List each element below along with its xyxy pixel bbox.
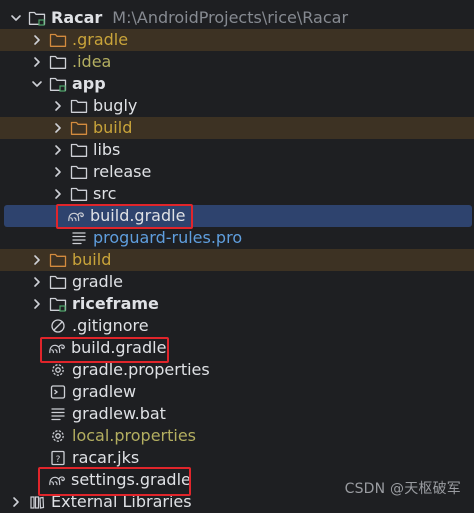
text-file-icon: [49, 405, 67, 423]
tree-row-local-properties[interactable]: local.properties: [0, 425, 474, 447]
tree-label-racar: Racar: [51, 8, 103, 27]
highlight-box-app-build-gradle: [56, 204, 193, 229]
module-folder-icon: [28, 9, 46, 27]
tree-row-gitignore[interactable]: .gitignore: [0, 315, 474, 337]
tree-row-gradle[interactable]: gradle: [0, 271, 474, 293]
folder-icon: [70, 119, 88, 137]
chevron-down-icon[interactable]: [10, 10, 22, 26]
gear-icon: [49, 427, 67, 445]
folder-icon: [70, 141, 88, 159]
tree-row-dot-gradle[interactable]: .gradle: [0, 29, 474, 51]
chevron-right-icon[interactable]: [31, 252, 43, 268]
text-file-icon: [70, 229, 88, 247]
tree-row-riceframe[interactable]: riceframe: [0, 293, 474, 315]
tree-label-racar-jks: racar.jks: [72, 448, 140, 467]
tree-label-app: app: [72, 74, 106, 93]
chevron-right-icon[interactable]: [52, 142, 64, 158]
project-path: M:\AndroidProjects\rice\Racar: [112, 8, 349, 27]
tree-label-root-build: build: [72, 250, 112, 269]
folder-icon: [49, 273, 67, 291]
tree-row-gradlew[interactable]: gradlew: [0, 381, 474, 403]
tree-row-app-build[interactable]: build: [0, 117, 474, 139]
question-file-icon: ?: [49, 449, 67, 467]
tree-label-gitignore: .gitignore: [72, 316, 149, 335]
tree-label-bugly: bugly: [93, 96, 138, 115]
tree-row-bugly[interactable]: bugly: [0, 95, 474, 117]
chevron-down-icon[interactable]: [31, 76, 43, 92]
tree-label-gradle: gradle: [72, 272, 123, 291]
tree-row-racar[interactable]: Racar M:\AndroidProjects\rice\Racar: [0, 7, 474, 29]
project-tree: Racar M:\AndroidProjects\rice\Racar .gra…: [0, 0, 474, 511]
tree-row-app[interactable]: app: [0, 73, 474, 95]
tree-label-proguard: proguard-rules.pro: [93, 228, 243, 247]
tree-label-gradlew: gradlew: [72, 382, 137, 401]
chevron-right-icon[interactable]: [52, 98, 64, 114]
folder-icon: [70, 97, 88, 115]
chevron-right-icon[interactable]: [31, 296, 43, 312]
module-folder-icon: [49, 75, 67, 93]
tree-row-root-build[interactable]: build: [0, 249, 474, 271]
folder-icon: [70, 163, 88, 181]
tree-label-dot-gradle: .gradle: [72, 30, 129, 49]
tree-label-idea: .idea: [72, 52, 112, 71]
chevron-right-icon[interactable]: [52, 186, 64, 202]
highlight-box-root-build-gradle: [40, 337, 169, 363]
tree-label-gradlew-bat: gradlew.bat: [72, 404, 166, 423]
tree-row-racar-jks[interactable]: ? racar.jks: [0, 447, 474, 469]
tree-row-proguard[interactable]: proguard-rules.pro: [0, 227, 474, 249]
tree-row-src[interactable]: src: [0, 183, 474, 205]
chevron-right-icon[interactable]: [31, 274, 43, 290]
tree-label-app-build: build: [93, 118, 133, 137]
tree-label-local-properties: local.properties: [72, 426, 197, 445]
svg-text:?: ?: [56, 455, 61, 465]
highlight-box-settings-gradle: [38, 467, 191, 496]
tree-row-libs[interactable]: libs: [0, 139, 474, 161]
tree-row-gradlew-bat[interactable]: gradlew.bat: [0, 403, 474, 425]
chevron-right-icon[interactable]: [31, 54, 43, 70]
module-folder-icon: [49, 295, 67, 313]
folder-icon: [49, 251, 67, 269]
chevron-right-icon[interactable]: [52, 120, 64, 136]
tree-label-libs: libs: [93, 140, 121, 159]
watermark: CSDN @天枢破军: [344, 481, 461, 497]
chevron-right-icon[interactable]: [52, 164, 64, 180]
folder-icon: [70, 185, 88, 203]
terminal-icon: [49, 383, 67, 401]
folder-icon: [49, 53, 67, 71]
tree-label-riceframe: riceframe: [72, 294, 159, 313]
ignore-file-icon: [49, 317, 67, 335]
tree-label-src: src: [93, 184, 117, 203]
folder-icon: [49, 31, 67, 49]
tree-row-release[interactable]: release: [0, 161, 474, 183]
tree-row-idea[interactable]: .idea: [0, 51, 474, 73]
chevron-right-icon[interactable]: [31, 32, 43, 48]
gear-icon: [49, 361, 67, 379]
tree-label-release: release: [93, 162, 152, 181]
